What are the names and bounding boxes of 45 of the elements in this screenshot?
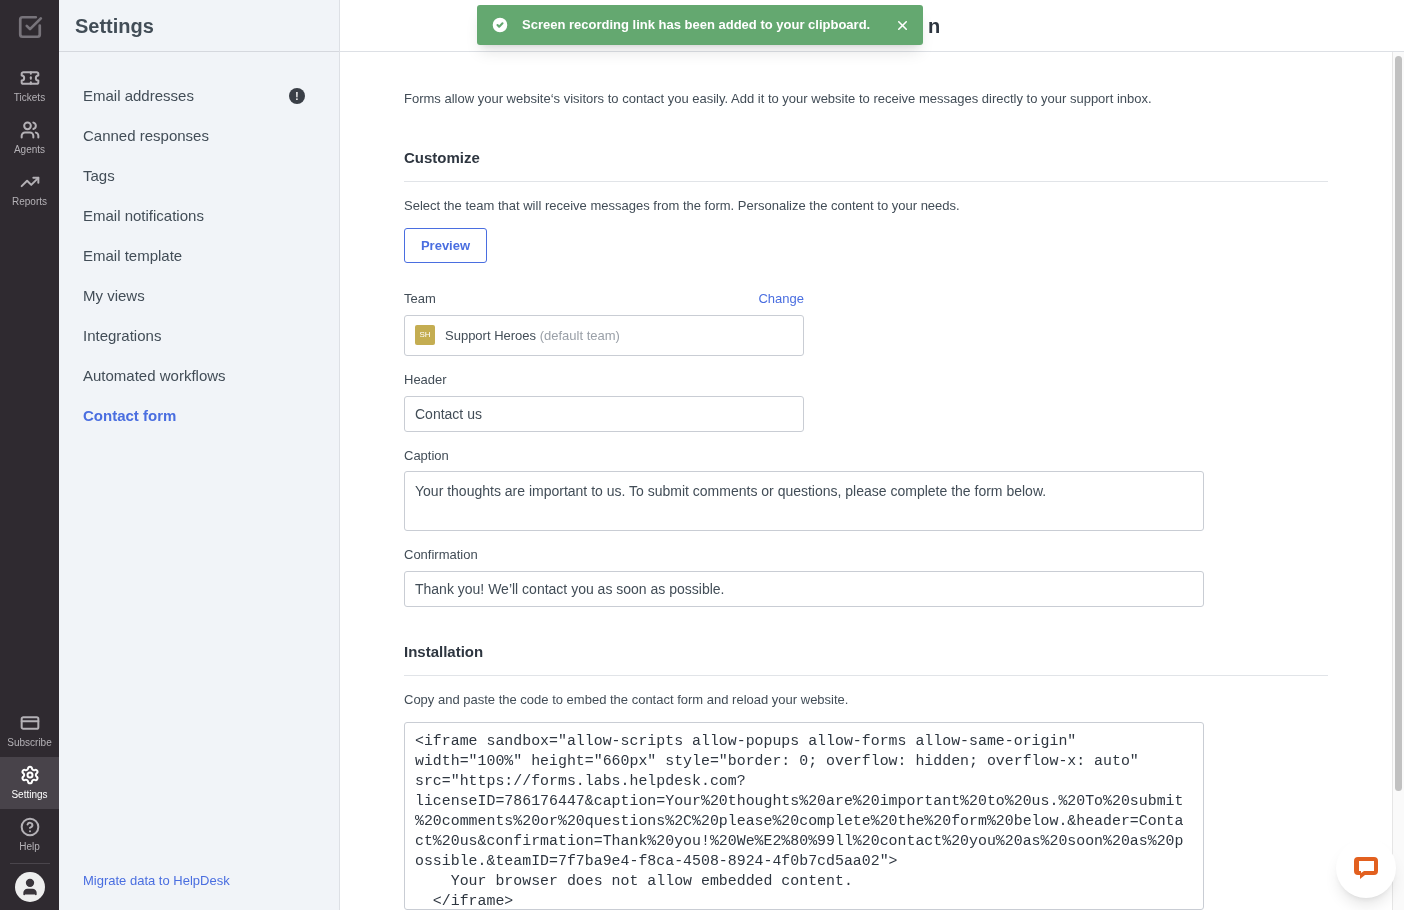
toast-message: Screen recording link has been added to your clipboard. bbox=[522, 16, 872, 35]
settings-nav-item[interactable]: Email template bbox=[83, 236, 315, 276]
text-field[interactable]: Thank you! We’ll contact you as soon as possible. bbox=[404, 570, 1204, 607]
help-icon bbox=[19, 816, 40, 837]
text-field[interactable]: Contact us bbox=[404, 395, 804, 432]
page-title: n bbox=[928, 13, 941, 39]
check-icon bbox=[490, 15, 510, 35]
field-label: Confirmation bbox=[404, 546, 479, 565]
alert-badge: ! bbox=[289, 88, 305, 104]
code-block: <iframe sandbox="allow-scripts allow-popups allow-forms allow-same-origin" width="100%" height="660px" style="border: 0; overflow: hidden; overflow-x: auto" src="https://forms.labs.helpdesk.com? licenseID=786176447&caption=Your%20thoughts%20are%20important%20to%20us.%20To%20submit %20comments%20or%20questions%2C%20please%20complete%20the%20form%20below.&header=Conta ct%20us&confirmation=Thank%20you!%20We%E2%80%99ll%20contact%20you%20as%20soon%20as%20p ossible.&teamID=7f7ba9e4-f8ca-4508-8924-4f0b7cd5aa02"> Your browser does not allow embedded content. </iframe> bbox=[404, 721, 1204, 910]
section-heading: Customize bbox=[404, 146, 1328, 182]
settings-nav-item[interactable]: Email addresses ! bbox=[83, 76, 315, 116]
rail-item[interactable]: Settings bbox=[0, 757, 59, 809]
agents-icon bbox=[19, 119, 40, 140]
team-field[interactable]: SH Support Heroes (default team) bbox=[404, 314, 804, 357]
field-label: Header bbox=[404, 371, 448, 390]
rail-item[interactable]: Tickets bbox=[0, 60, 59, 112]
migrate-link[interactable]: Migrate data to HelpDesk bbox=[59, 870, 339, 910]
intro-text: Forms allow your website‘s visitors to contact you easily. Add it to your website to receive messages directly to your support inbox. bbox=[404, 90, 1153, 108]
logo-icon bbox=[16, 14, 43, 40]
settings-nav-item[interactable]: Email notifications bbox=[83, 196, 315, 236]
settings-nav-item[interactable]: Integrations bbox=[83, 316, 315, 356]
settings-nav-item[interactable]: Automated workflows bbox=[83, 356, 315, 396]
settings-icon bbox=[19, 764, 40, 785]
field-label: Caption bbox=[404, 446, 450, 465]
rail-item[interactable]: Subscribe bbox=[0, 705, 59, 757]
section-heading: Installation bbox=[404, 640, 1328, 677]
team-badge: SH bbox=[415, 325, 435, 346]
field-label: Team bbox=[404, 290, 436, 309]
settings-nav-item[interactable]: Tags bbox=[83, 156, 315, 196]
rail-item[interactable]: Reports bbox=[0, 164, 59, 216]
change-link[interactable]: Change bbox=[758, 289, 804, 309]
preview-button[interactable]: Preview bbox=[404, 227, 487, 264]
settings-nav-item[interactable]: My views bbox=[83, 276, 315, 316]
panel-title: Settings bbox=[75, 13, 154, 39]
avatar-icon[interactable] bbox=[14, 872, 45, 902]
section-description: Copy and paste the code to embed the contact form and reload your website. bbox=[404, 691, 850, 710]
team-name: Support Heroes (default team) bbox=[445, 326, 620, 345]
text-area[interactable]: Your thoughts are important to us. To submit comments or questions, please complete the form below. bbox=[404, 471, 1204, 532]
rail-item[interactable]: Agents bbox=[0, 112, 59, 164]
rail-item[interactable]: Help bbox=[0, 809, 59, 861]
scrollbar[interactable] bbox=[1392, 52, 1404, 910]
section-description: Select the team that will receive messages from the form. Personalize the content to your needs. bbox=[404, 197, 961, 215]
settings-nav-item[interactable]: Contact form bbox=[83, 396, 315, 436]
settings-nav-item[interactable]: Canned responses bbox=[83, 116, 315, 156]
